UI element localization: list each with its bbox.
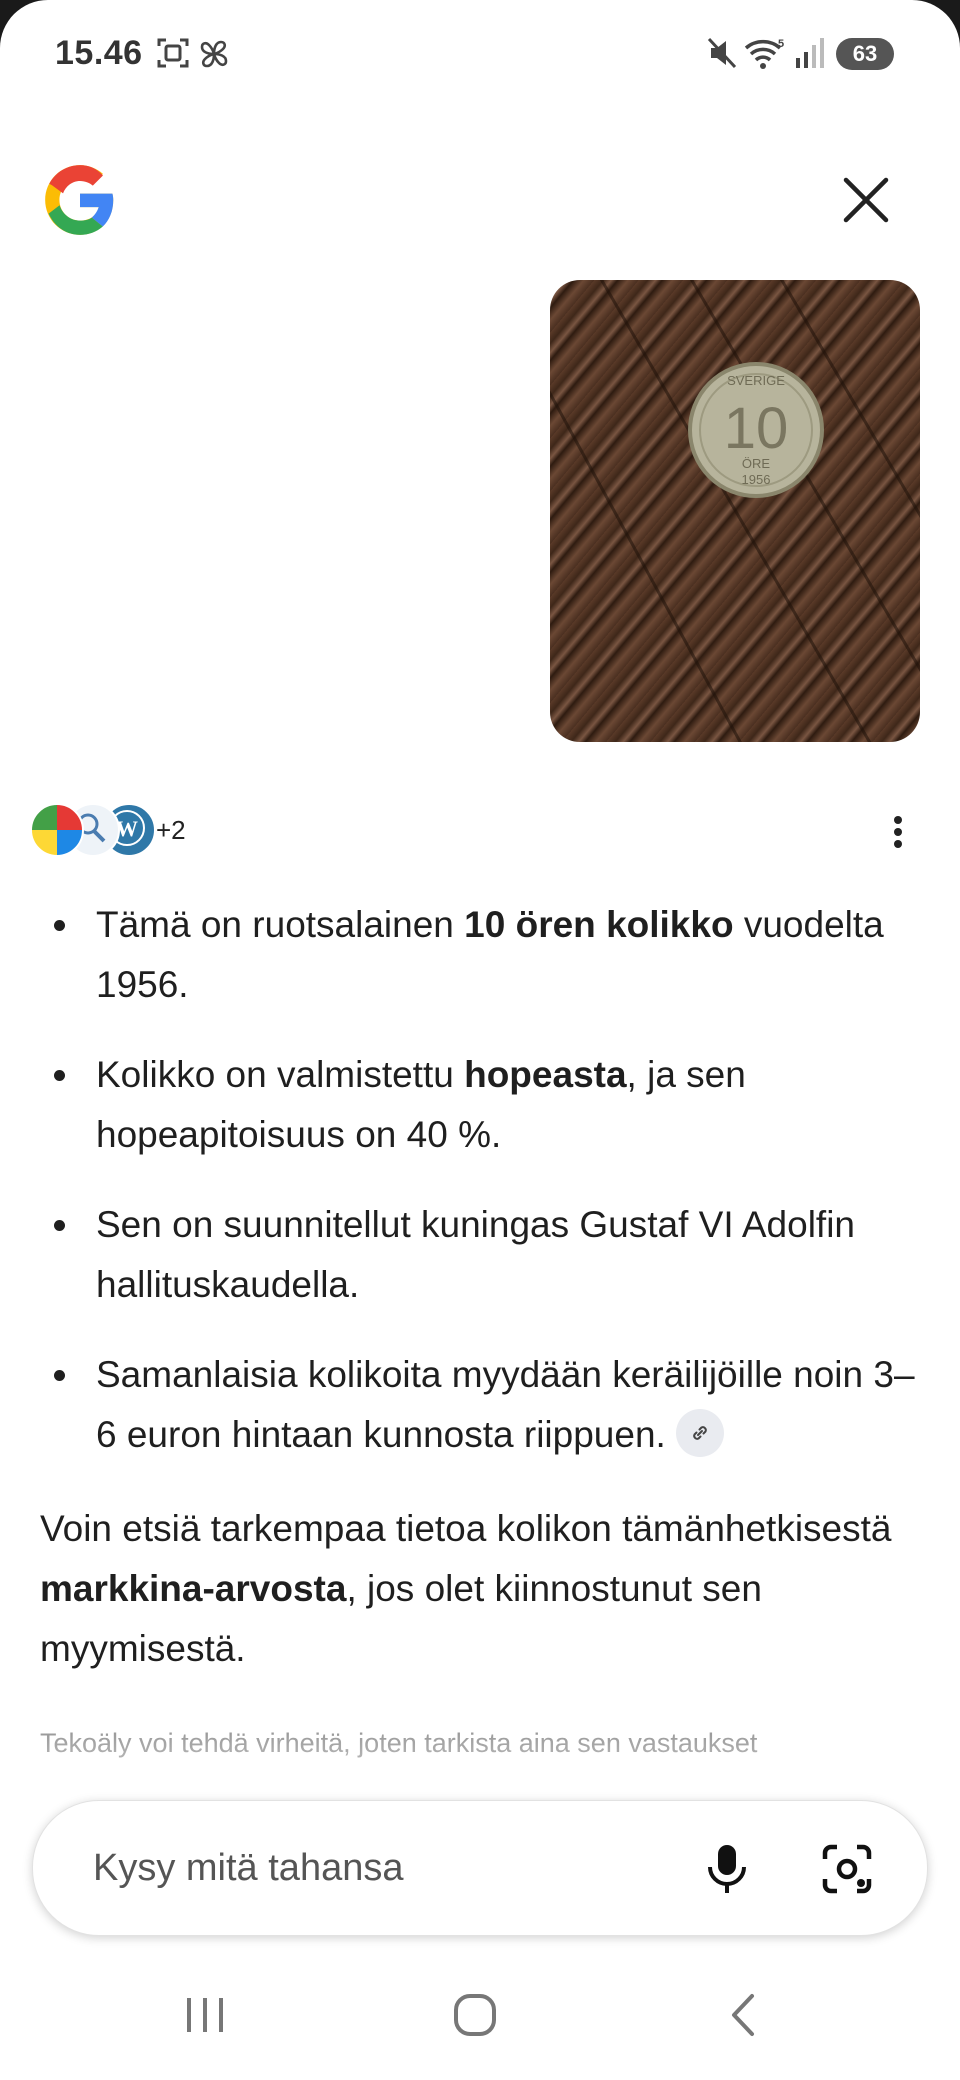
answer-bullets: Tämä on ruotsalainen 10 ören kolikko vuo… [40, 895, 920, 1465]
status-time: 15.46 [55, 34, 143, 72]
link-icon [693, 1426, 707, 1440]
answer-paragraph: Voin etsiä tarkempaa tietoa kolikon tämä… [40, 1508, 892, 1669]
sources-more-count: +2 [156, 815, 186, 845]
close-icon[interactable] [838, 172, 894, 228]
coin-top-text: SVERIGE [727, 373, 785, 388]
mute-icon [707, 37, 737, 69]
mic-icon[interactable] [701, 1841, 753, 1897]
ask-input[interactable] [91, 1839, 695, 1897]
query-photo[interactable]: SVERIGE 10 ÖRE 1956 [550, 280, 920, 742]
ai-disclaimer: Tekoäly voi tehdä virheitä, joten tarkis… [40, 1728, 758, 1758]
recent-apps-icon[interactable] [184, 1992, 226, 2038]
pinwheel-icon [200, 40, 228, 68]
bullet-item: Kolikko on valmistettu hopeasta, ja sen … [40, 1045, 920, 1165]
lens-camera-icon[interactable] [819, 1841, 875, 1897]
back-icon[interactable] [726, 1992, 762, 2038]
source-favicon-shop-icon [30, 803, 84, 857]
citation-link-button[interactable] [675, 1409, 724, 1458]
ai-answer: Tämä on ruotsalainen 10 ören kolikko vuo… [40, 895, 920, 1679]
screenshot-icon [157, 38, 189, 68]
sources-row[interactable]: W +2 [30, 803, 210, 859]
ask-bar[interactable] [32, 1800, 928, 1936]
more-vert-icon[interactable] [880, 812, 916, 852]
svg-text:5: 5 [778, 38, 784, 50]
status-bar: 15.46 5 63 [0, 0, 960, 110]
bullet-item: Tämä on ruotsalainen 10 ören kolikko vuo… [40, 895, 920, 1015]
battery-indicator: 63 [836, 38, 894, 70]
bullet-item: Sen on suunnitellut kuningas Gustaf VI A… [40, 1195, 920, 1315]
wifi-icon: 5 [744, 38, 784, 69]
signal-icon [796, 38, 824, 68]
coin-value-text: 10 [724, 396, 789, 461]
home-icon[interactable] [452, 1992, 498, 2038]
bullet-item: Samanlaisia kolikoita myydään keräilijöi… [40, 1345, 920, 1465]
coin-image: SVERIGE 10 ÖRE 1956 [550, 280, 920, 742]
coin-year-text: 1956 [742, 472, 771, 487]
coin-unit-text: ÖRE [742, 456, 771, 471]
google-g-logo [45, 165, 114, 235]
screen: 15.46 5 63 SVERIGE 10 ÖRE 1956 W +2 Tämä… [0, 0, 960, 2080]
system-nav-bar [0, 1960, 960, 2080]
